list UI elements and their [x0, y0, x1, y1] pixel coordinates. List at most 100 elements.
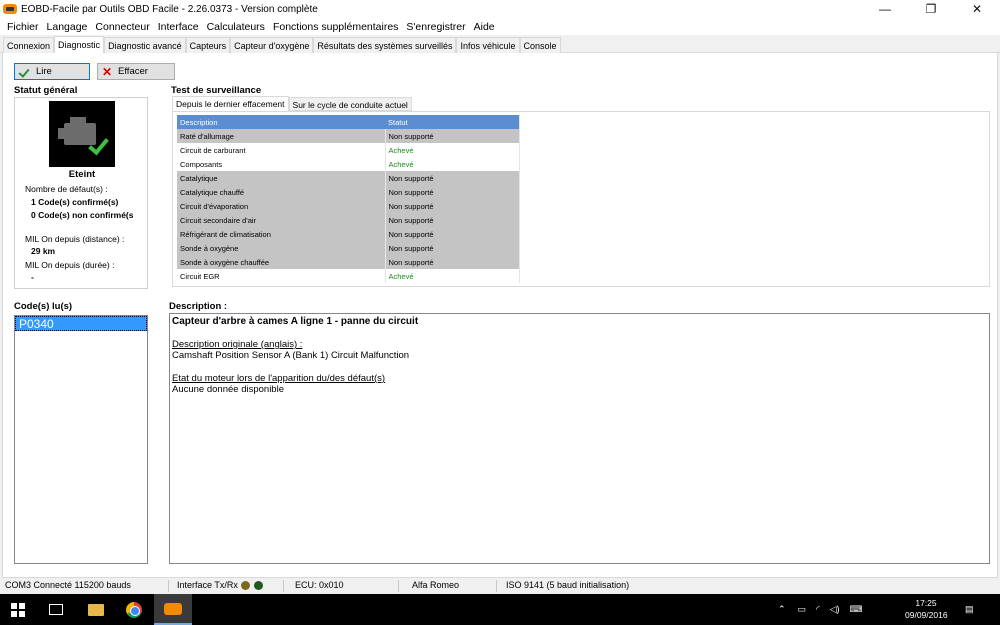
- minimize-button[interactable]: —: [862, 0, 908, 18]
- check-icon: [19, 67, 31, 77]
- explorer-button[interactable]: [78, 594, 114, 625]
- codes-list[interactable]: P0340: [14, 315, 148, 564]
- menu-bar: Fichier Langage Connecteur Interface Cal…: [0, 18, 1000, 35]
- unconfirmed-codes: 0 Code(s) non confirmé(s: [31, 210, 134, 220]
- original-description-label: Description originale (anglais) :: [172, 339, 303, 350]
- ecu-status: ECU: 0x010: [295, 580, 344, 590]
- rx-led-icon: [253, 581, 263, 591]
- mil-duration-value: -: [31, 272, 34, 282]
- menu-interface[interactable]: Interface: [154, 21, 203, 33]
- row-description: Réfrigérant de climatisation: [177, 227, 386, 241]
- tab-capteur-oxygene[interactable]: Capteur d'oxygène: [230, 37, 314, 53]
- surveillance-panel: Description Statut Raté d'allumage Non s…: [172, 111, 990, 287]
- menu-langage[interactable]: Langage: [43, 21, 92, 33]
- close-button[interactable]: ✕: [954, 0, 1000, 18]
- table-row[interactable]: Raté d'allumage Non supporté: [177, 129, 519, 143]
- engine-state-text: Aucune donnée disponible: [172, 384, 284, 395]
- battery-icon[interactable]: ▭: [798, 604, 807, 615]
- menu-calculateurs[interactable]: Calculateurs: [203, 21, 269, 33]
- surveillance-tabs: Depuis le dernier effacement Sur le cycl…: [172, 96, 412, 111]
- row-description: Circuit EGR: [177, 269, 386, 283]
- tx-led-icon: [241, 581, 251, 591]
- menu-aide[interactable]: Aide: [470, 21, 499, 33]
- status-heading: Statut général: [14, 85, 78, 96]
- task-view-button[interactable]: [38, 594, 74, 625]
- tab-capteurs[interactable]: Capteurs: [185, 37, 231, 53]
- menu-connecteur[interactable]: Connecteur: [91, 21, 153, 33]
- windows-icon: [11, 602, 25, 617]
- row-description: Sonde à oxygène: [177, 241, 386, 255]
- clock-time: 17:25: [915, 598, 937, 608]
- table-row[interactable]: Catalytique Non supporté: [177, 171, 519, 185]
- row-status: Non supporté: [385, 255, 519, 269]
- clear-button[interactable]: ✕ Effacer: [97, 63, 175, 80]
- tab-diagnostic-avance[interactable]: Diagnostic avancé: [104, 37, 186, 53]
- read-button[interactable]: Lire: [14, 63, 90, 80]
- menu-enregistrer[interactable]: S'enregistrer: [402, 21, 469, 33]
- engine-state-label: Etat du moteur lors de l'apparition du/d…: [172, 373, 386, 384]
- chrome-icon: [126, 601, 142, 618]
- tab-connexion[interactable]: Connexion: [3, 37, 55, 53]
- wifi-icon[interactable]: ◜: [816, 604, 820, 615]
- volume-icon[interactable]: ◁): [830, 604, 840, 615]
- diagnostic-panel: Lire ✕ Effacer Statut général Eteint Nom…: [2, 53, 998, 578]
- menu-fichier[interactable]: Fichier: [3, 21, 43, 33]
- chrome-button[interactable]: [116, 594, 152, 625]
- tab-infos-vehicule[interactable]: Infos véhicule: [456, 37, 520, 53]
- surveillance-heading: Test de surveillance: [171, 85, 262, 96]
- clear-button-label: Effacer: [118, 66, 148, 77]
- clock-date: 09/09/2016: [905, 610, 948, 620]
- description-box[interactable]: Capteur d'arbre à cames A ligne 1 - pann…: [169, 313, 990, 564]
- taskbar: ⌃ ▭ ◜ ◁) ⌨ 17:25 09/09/2016 ▤: [0, 594, 1000, 625]
- row-description: Circuit secondaire d'air: [177, 213, 386, 227]
- mil-distance-value: 29 km: [31, 246, 56, 256]
- notifications-icon[interactable]: ▤: [965, 594, 974, 625]
- tab-since-clear[interactable]: Depuis le dernier effacement: [172, 96, 289, 111]
- clock[interactable]: 17:25 09/09/2016: [905, 597, 948, 621]
- mil-duration-label: MIL On depuis (durée) :: [25, 260, 115, 270]
- task-view-icon: [49, 604, 63, 615]
- tab-resultats-surveilles[interactable]: Résultats des systèmes surveillés: [313, 37, 457, 53]
- mil-distance-label: MIL On depuis (distance) :: [25, 234, 125, 244]
- table-row[interactable]: Catalytique chauffé Non supporté: [177, 185, 519, 199]
- description-heading: Description :: [169, 301, 228, 312]
- mil-state: Eteint: [68, 169, 96, 180]
- tab-diagnostic[interactable]: Diagnostic: [54, 36, 105, 53]
- table-row[interactable]: Circuit secondaire d'air Non supporté: [177, 213, 519, 227]
- list-item[interactable]: P0340: [15, 316, 147, 331]
- vehicle-make: Alfa Romeo: [412, 580, 460, 590]
- keyboard-icon[interactable]: ⌨: [849, 604, 862, 615]
- table-row[interactable]: Circuit EGR Achevé: [177, 269, 519, 283]
- table-row[interactable]: Composants Achevé: [177, 157, 519, 171]
- row-status: Achevé: [385, 269, 519, 283]
- table-row[interactable]: Circuit d'évaporation Non supporté: [177, 199, 519, 213]
- row-description: Catalytique: [177, 171, 386, 185]
- row-status: Non supporté: [385, 241, 519, 255]
- status-box: Eteint Nombre de défaut(s) : 1 Code(s) c…: [14, 97, 148, 289]
- eobd-task-button[interactable]: [154, 594, 192, 625]
- table-row[interactable]: Sonde à oxygène chauffée Non supporté: [177, 255, 519, 269]
- row-description: Circuit de carburant: [177, 143, 386, 157]
- fault-count-label: Nombre de défaut(s) :: [25, 184, 108, 194]
- table-row[interactable]: Réfrigérant de climatisation Non support…: [177, 227, 519, 241]
- chevron-up-icon[interactable]: ⌃: [778, 604, 786, 615]
- window-title: EOBD-Facile par Outils OBD Facile - 2.26…: [21, 3, 318, 15]
- row-description: Circuit d'évaporation: [177, 199, 386, 213]
- port-status: COM3 Connecté 115200 bauds: [5, 580, 131, 590]
- status-bar: COM3 Connecté 115200 bauds Interface Tx/…: [0, 578, 1000, 594]
- restore-button[interactable]: ❐: [908, 0, 954, 18]
- tab-console[interactable]: Console: [519, 37, 561, 53]
- column-description[interactable]: Description: [177, 115, 385, 129]
- column-status[interactable]: Statut: [385, 115, 519, 129]
- table-row[interactable]: Circuit de carburant Achevé: [177, 143, 519, 157]
- system-tray: ⌃ ▭ ◜ ◁) ⌨: [778, 594, 872, 625]
- read-button-label: Lire: [36, 66, 52, 77]
- start-button[interactable]: [0, 594, 36, 625]
- title-bar: EOBD-Facile par Outils OBD Facile - 2.26…: [0, 0, 1000, 18]
- eobd-app-icon: [164, 602, 182, 615]
- menu-fonctions[interactable]: Fonctions supplémentaires: [269, 21, 402, 33]
- table-row[interactable]: Sonde à oxygène Non supporté: [177, 241, 519, 255]
- row-status: Non supporté: [385, 213, 519, 227]
- tab-current-cycle[interactable]: Sur le cycle de conduite actuel: [288, 97, 412, 111]
- row-status: Non supporté: [385, 199, 519, 213]
